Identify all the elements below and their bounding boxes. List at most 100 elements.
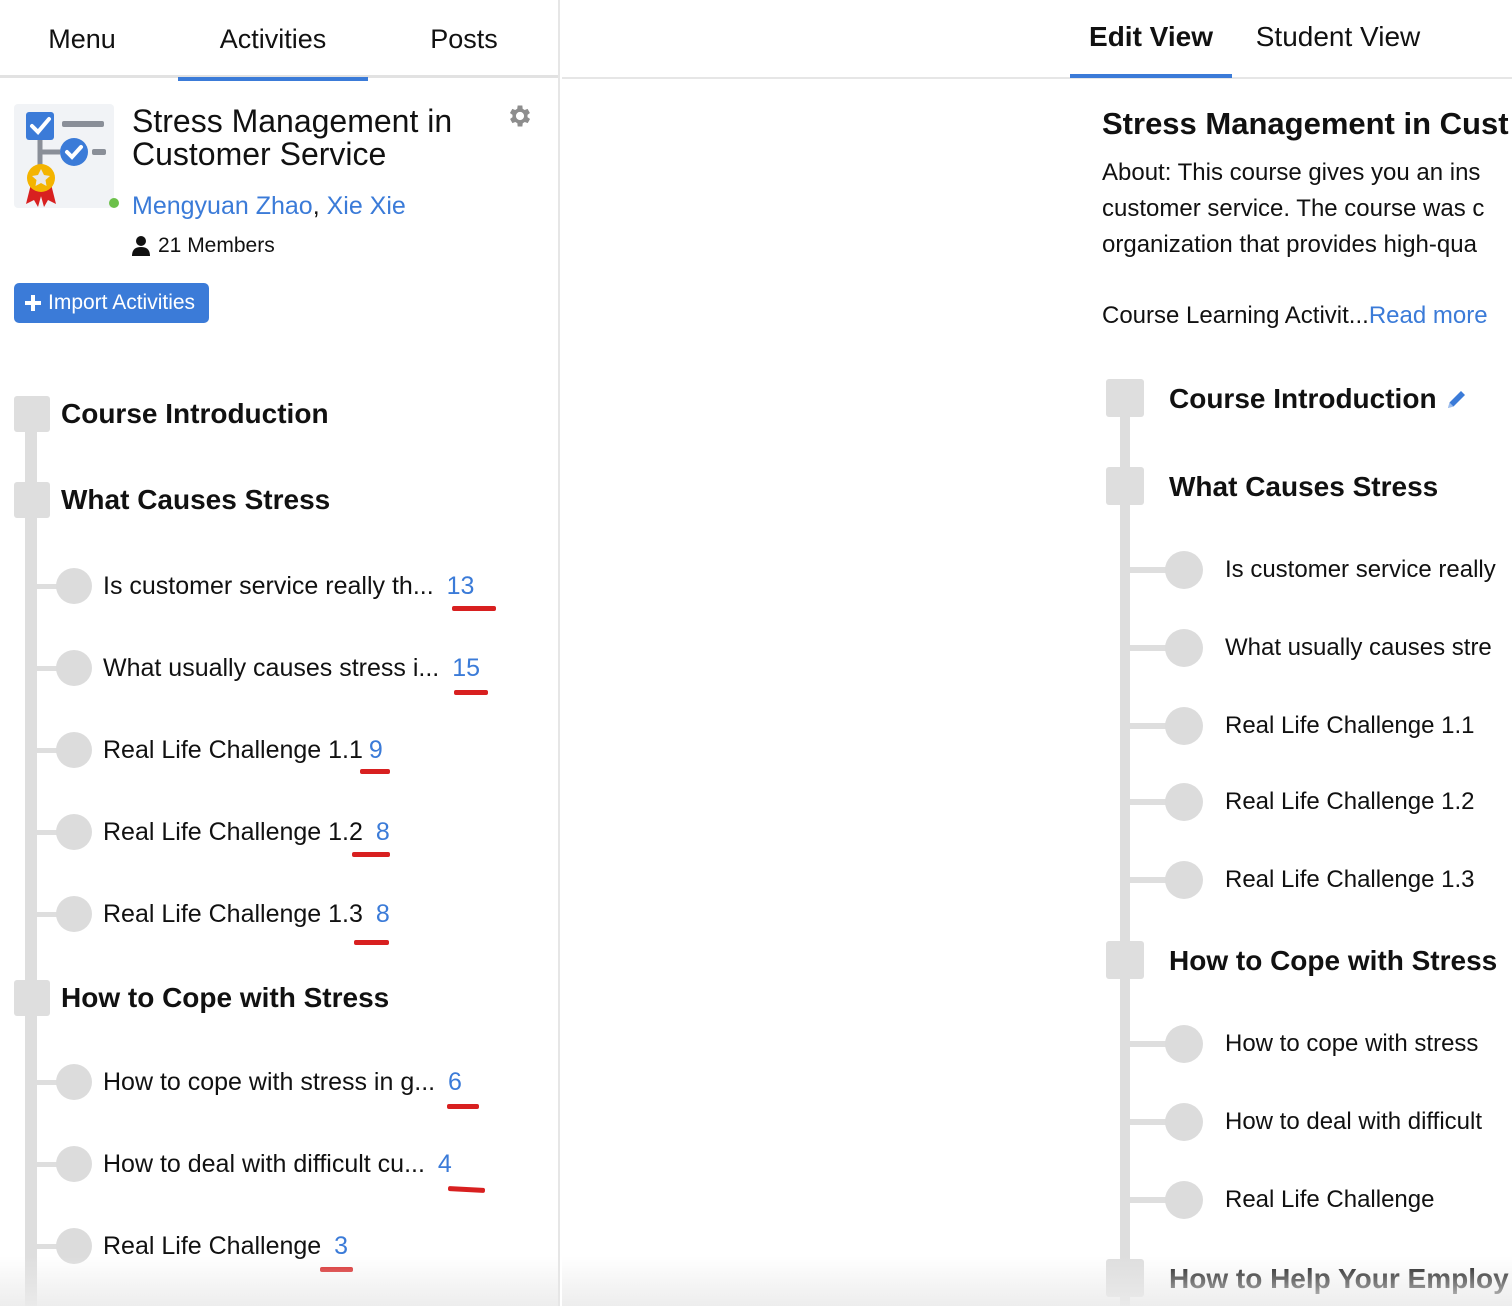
tab-student-view[interactable]: Student View [1242, 0, 1434, 77]
person-icon [132, 236, 150, 256]
activity-label: Real Life Challenge 1.2 [103, 818, 363, 846]
activity-dot [56, 896, 92, 932]
red-underline-annotation [360, 769, 390, 774]
tab-menu[interactable]: Menu [0, 0, 164, 78]
activity-count[interactable]: 9 [369, 736, 383, 764]
section-title-how-to-cope[interactable]: How to Cope with Stress [1169, 942, 1497, 980]
section-marker [14, 482, 50, 518]
activity-dot [56, 814, 92, 850]
activity-label: Real Life Challenge 1.3 [103, 900, 363, 928]
author-link-2[interactable]: Xie Xie [327, 192, 406, 220]
author-separator: , [312, 192, 320, 220]
section-title-course-introduction[interactable]: Course Introduction [1169, 380, 1469, 418]
activity-timeline [1120, 400, 1130, 1306]
section-marker [14, 980, 50, 1016]
checklist-badge-icon [26, 112, 106, 207]
red-underline-annotation [447, 1186, 486, 1193]
activity-label: Real Life Challenge [103, 1232, 322, 1260]
course-about: About: This course gives you an ins cust… [1102, 155, 1512, 263]
section-title-how-to-cope[interactable]: How to Cope with Stress [61, 980, 389, 1016]
read-more-link[interactable]: Read more [1369, 302, 1488, 329]
activity-item[interactable]: Real Life Challenge 1.1 9 [36, 731, 536, 769]
activity-dot [1165, 861, 1203, 899]
activity-label: Real Life Challenge 1.1 [103, 736, 363, 764]
activity-item[interactable]: How to deal with difficult cu... 4 [36, 1145, 536, 1183]
activity-label: How to deal with difficult cu... [103, 1150, 425, 1178]
activity-item[interactable]: Real Life Challenge 3 [36, 1227, 536, 1265]
about-line: organization that provides high-qua [1102, 231, 1477, 258]
view-tab-bar: Edit View Student View [562, 0, 1512, 79]
activity-item[interactable]: Is customer service really [1128, 551, 1512, 589]
activity-label: Real Life Challenge 1.1 [1225, 712, 1475, 739]
import-activities-label: Import Activities [48, 291, 196, 314]
about-line: customer service. The course was c [1102, 195, 1485, 222]
author-link-1[interactable]: Mengyuan Zhao [132, 192, 313, 220]
activity-item[interactable]: Real Life Challenge 1.2 [1128, 783, 1512, 821]
activity-count[interactable]: 8 [376, 900, 390, 928]
activity-label: How to deal with difficult [1225, 1108, 1483, 1135]
activity-dot [1165, 783, 1203, 821]
activity-item[interactable]: Real Life Challenge [1128, 1181, 1512, 1219]
online-status-dot [109, 198, 119, 208]
activity-count[interactable]: 13 [447, 572, 475, 600]
activities-text: Course Learning Activit... [1102, 302, 1369, 329]
activity-label: How to cope with stress in g... [103, 1068, 436, 1096]
left-tab-bar: Menu Activities Posts [0, 0, 558, 81]
activity-dot [1165, 1103, 1203, 1141]
members-count[interactable]: 21 Members [132, 234, 275, 258]
members-label: 21 Members [158, 234, 275, 257]
activity-dot [56, 1228, 92, 1264]
section-title-what-causes-stress[interactable]: What Causes Stress [1169, 468, 1438, 506]
activity-dot [56, 1064, 92, 1100]
activity-dot [1165, 1025, 1203, 1063]
activity-item[interactable]: How to deal with difficult [1128, 1103, 1512, 1141]
activity-dot [1165, 629, 1203, 667]
pencil-edit-icon[interactable] [1445, 387, 1469, 411]
section-title-label: Course Introduction [1169, 383, 1437, 414]
activity-dot [1165, 707, 1203, 745]
activity-label: How to cope with stress [1225, 1030, 1479, 1057]
activity-dot [56, 1146, 92, 1182]
tab-activities[interactable]: Activities [178, 0, 368, 81]
activity-item[interactable]: Is customer service really th... 13 [36, 567, 536, 605]
activity-item[interactable]: Real Life Challenge 1.3 [1128, 861, 1512, 899]
red-underline-annotation [447, 1104, 479, 1109]
red-underline-annotation [454, 690, 488, 695]
activity-count[interactable]: 4 [438, 1150, 452, 1178]
activity-item[interactable]: What usually causes stress i... 15 [36, 649, 536, 687]
activity-count[interactable]: 8 [376, 818, 390, 846]
activity-dot [1165, 1181, 1203, 1219]
activity-item[interactable]: What usually causes stre [1128, 629, 1512, 667]
activity-item[interactable]: Real Life Challenge 1.3 8 [36, 895, 536, 933]
section-title-what-causes-stress[interactable]: What Causes Stress [61, 482, 330, 518]
activity-item[interactable]: How to cope with stress in g... 6 [36, 1063, 536, 1101]
red-underline-annotation [352, 852, 390, 857]
activity-count[interactable]: 3 [334, 1232, 348, 1260]
activity-label: What usually causes stress i... [103, 654, 440, 682]
activity-label: Real Life Challenge [1225, 1186, 1435, 1213]
activity-item[interactable]: How to cope with stress [1128, 1025, 1512, 1063]
tab-posts[interactable]: Posts [378, 0, 550, 78]
course-title: Stress Management in Customer Service [132, 103, 453, 172]
activity-item[interactable]: Real Life Challenge 1.2 8 [36, 813, 536, 851]
activity-dot [56, 650, 92, 686]
tab-edit-view[interactable]: Edit View [1070, 0, 1232, 78]
activity-dot [56, 732, 92, 768]
course-activities-summary: Course Learning Activit...Read more [1102, 298, 1488, 334]
settings-gear-icon[interactable] [506, 102, 534, 130]
activity-item[interactable]: Real Life Challenge 1.1 [1128, 707, 1512, 745]
red-underline-annotation [452, 606, 496, 611]
activity-count[interactable]: 6 [448, 1068, 462, 1096]
activity-label: Is customer service really [1225, 556, 1496, 583]
plus-icon [25, 295, 41, 311]
activity-label: Real Life Challenge 1.2 [1225, 788, 1475, 815]
import-activities-button[interactable]: Import Activities [14, 283, 210, 323]
section-title-how-to-help[interactable]: How to Help Your Employ [1169, 1260, 1509, 1298]
activity-label: Real Life Challenge 1.3 [1225, 866, 1475, 893]
red-underline-annotation [354, 940, 389, 945]
section-marker [1106, 467, 1144, 505]
section-marker [1106, 1259, 1144, 1297]
activity-count[interactable]: 15 [452, 654, 480, 682]
section-title-course-introduction[interactable]: Course Introduction [61, 396, 329, 432]
activity-label: Is customer service really th... [103, 572, 434, 600]
